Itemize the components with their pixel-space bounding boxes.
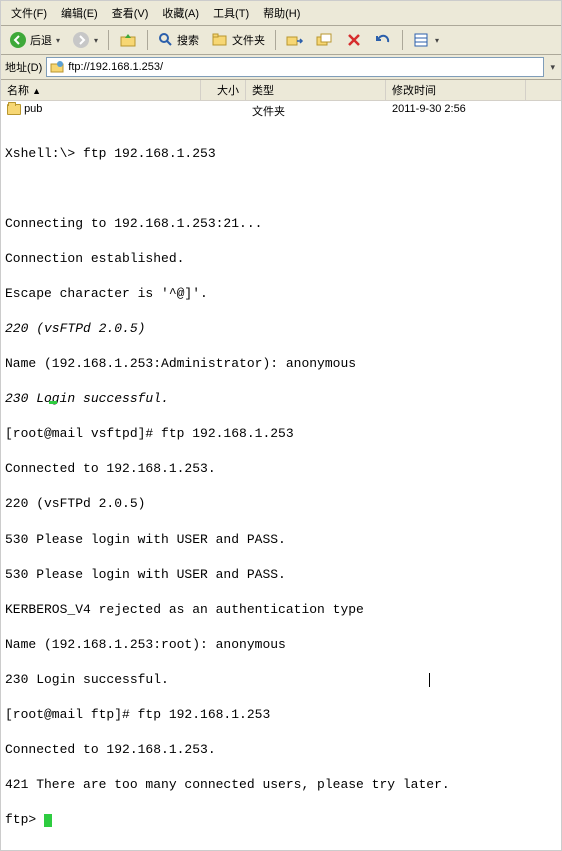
term-line: 220 (vsFTPd 2.0.5) [5, 320, 557, 338]
views-button[interactable]: ▾ [409, 30, 443, 50]
delete-button[interactable] [342, 30, 366, 50]
folder-icon [7, 104, 21, 115]
list-body: pub 文件夹 2011-9-30 2:56 [1, 101, 561, 121]
term-line: Xshell:\> ftp 192.168.1.253 [5, 145, 557, 163]
list-header: 名称 ▲ 大小 类型 修改时间 [1, 80, 561, 101]
folders-label: 文件夹 [232, 32, 265, 48]
forward-icon [72, 31, 90, 49]
separator [402, 30, 403, 50]
column-name[interactable]: 名称 ▲ [1, 80, 201, 100]
item-size [201, 102, 246, 120]
term-line: 230 Login successful. [5, 671, 557, 689]
search-icon [158, 32, 174, 48]
views-icon [413, 32, 431, 48]
back-icon [9, 31, 27, 49]
item-modified: 2011-9-30 2:56 [386, 102, 526, 120]
address-dropdown[interactable]: ▾ [548, 62, 557, 73]
term-line: Connecting to 192.168.1.253:21... [5, 215, 557, 233]
undo-button[interactable] [370, 30, 396, 50]
term-line: 230 Login successful. [5, 390, 557, 408]
menu-view[interactable]: 查看(V) [106, 3, 155, 23]
address-bar: 地址(D) ftp://192.168.1.253/ ▾ [1, 55, 561, 80]
cursor-icon [49, 401, 57, 404]
term-line: 220 (vsFTPd 2.0.5) [5, 495, 557, 513]
address-label: 地址(D) [5, 59, 42, 75]
term-line: [root@mail vsftpd]# ftp 192.168.1.253 [5, 425, 557, 443]
term-prompt: ftp> [5, 811, 557, 829]
folder-up-icon [119, 31, 137, 49]
list-item[interactable]: pub 文件夹 2011-9-30 2:56 [1, 101, 561, 121]
term-line: 530 Please login with USER and PASS. [5, 566, 557, 584]
item-name: pub [24, 103, 42, 115]
term-line: [root@mail ftp]# ftp 192.168.1.253 [5, 706, 557, 724]
chevron-down-icon: ▾ [435, 36, 439, 45]
separator [275, 30, 276, 50]
term-line: Name (192.168.1.253:Administrator): anon… [5, 355, 557, 373]
menu-file[interactable]: 文件(F) [5, 3, 53, 23]
menu-favorites[interactable]: 收藏(A) [156, 3, 205, 23]
back-button[interactable]: 后退 ▾ [5, 29, 64, 51]
item-type: 文件夹 [246, 102, 386, 120]
term-line: Escape character is '^@]'. [5, 285, 557, 303]
chevron-down-icon: ▾ [56, 36, 60, 45]
term-line: 421 There are too many connected users, … [5, 776, 557, 794]
menu-help[interactable]: 帮助(H) [257, 3, 306, 23]
column-type[interactable]: 类型 [246, 80, 386, 100]
back-label: 后退 [30, 32, 52, 48]
address-field[interactable]: ftp://192.168.1.253/ [46, 57, 544, 77]
separator [147, 30, 148, 50]
up-button[interactable] [115, 29, 141, 51]
terminal[interactable]: Xshell:\> ftp 192.168.1.253 Connecting t… [1, 121, 561, 850]
separator [108, 30, 109, 50]
column-modified[interactable]: 修改时间 [386, 80, 526, 100]
column-size[interactable]: 大小 [201, 80, 246, 100]
copy-to-button[interactable] [312, 30, 338, 50]
folders-button[interactable]: 文件夹 [207, 30, 269, 50]
menu-edit[interactable]: 编辑(E) [55, 3, 104, 23]
cursor-icon [44, 814, 52, 827]
chevron-down-icon: ▾ [94, 36, 98, 45]
copy-to-icon [316, 32, 334, 48]
term-line: Name (192.168.1.253:root): anonymous [5, 636, 557, 654]
term-line: KERBEROS_V4 rejected as an authenticatio… [5, 601, 557, 619]
forward-button: ▾ [68, 29, 102, 51]
term-line: 530 Please login with USER and PASS. [5, 531, 557, 549]
move-to-button[interactable] [282, 30, 308, 50]
delete-icon [346, 32, 362, 48]
text-cursor-icon [429, 673, 430, 687]
term-line: Connection established. [5, 250, 557, 268]
menu-tools[interactable]: 工具(T) [207, 3, 255, 23]
move-to-icon [286, 32, 304, 48]
search-label: 搜索 [177, 32, 199, 48]
address-url: ftp://192.168.1.253/ [68, 61, 163, 73]
menubar: 文件(F) 编辑(E) 查看(V) 收藏(A) 工具(T) 帮助(H) [1, 1, 561, 26]
folders-icon [211, 32, 229, 48]
undo-icon [374, 32, 392, 48]
toolbar: 后退 ▾ ▾ 搜索 文件夹 ▾ [1, 26, 561, 55]
term-line: Connected to 192.168.1.253. [5, 741, 557, 759]
search-button[interactable]: 搜索 [154, 30, 203, 50]
term-line: Connected to 192.168.1.253. [5, 460, 557, 478]
ftp-icon [50, 60, 64, 74]
